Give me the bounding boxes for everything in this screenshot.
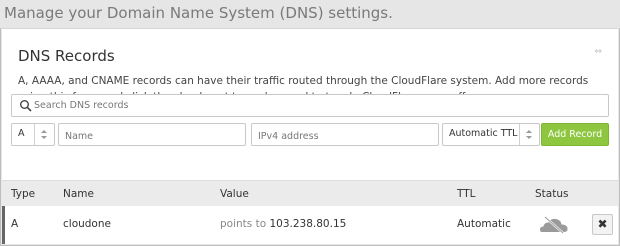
column-header-value[interactable]: Value bbox=[220, 188, 249, 200]
column-header-type[interactable]: Type bbox=[11, 188, 35, 200]
add-record-button[interactable]: Add Record bbox=[541, 123, 609, 146]
chevron-down-icon bbox=[526, 136, 532, 139]
ttl-select[interactable]: Automatic TTL bbox=[442, 123, 540, 146]
ttl-value: Automatic TTL bbox=[449, 128, 518, 139]
name-field-box bbox=[58, 123, 246, 147]
search-icon bbox=[20, 100, 32, 112]
chevron-up-icon bbox=[526, 130, 532, 133]
address-field-box bbox=[251, 123, 439, 147]
record-value-prefix: points to bbox=[220, 218, 267, 230]
record-value[interactable]: points to 103.238.80.15 bbox=[220, 218, 346, 230]
chevron-up-icon bbox=[41, 130, 47, 133]
record-name[interactable]: cloudone bbox=[63, 218, 111, 230]
column-header-status: Status bbox=[535, 188, 569, 200]
record-type-value: A bbox=[18, 128, 25, 139]
close-icon: ✖ bbox=[597, 217, 608, 231]
column-header-name[interactable]: Name bbox=[63, 188, 94, 200]
record-type-stepper[interactable] bbox=[34, 124, 54, 145]
card-title: DNS Records bbox=[18, 47, 115, 65]
record-value-ip: 103.238.80.15 bbox=[269, 218, 347, 230]
table-row: A cloudone points to 103.238.80.15 Autom… bbox=[2, 206, 618, 244]
table-header: Type Name Value TTL Status bbox=[2, 180, 618, 206]
search-box[interactable] bbox=[11, 94, 609, 117]
page-title: Manage your Domain Name System (DNS) set… bbox=[4, 4, 393, 22]
column-header-ttl[interactable]: TTL bbox=[457, 188, 476, 200]
ipv4-address-field[interactable] bbox=[252, 126, 438, 147]
ttl-stepper[interactable] bbox=[519, 124, 539, 145]
record-type-select[interactable]: A bbox=[11, 123, 55, 146]
collapse-icon[interactable]: ⇔ bbox=[594, 47, 602, 57]
delete-record-button[interactable]: ✖ bbox=[592, 214, 613, 235]
cloud-icon[interactable] bbox=[539, 214, 569, 234]
chevron-down-icon bbox=[41, 136, 47, 139]
record-type: A bbox=[11, 218, 19, 230]
add-record-form: A Automatic TTL Add Record bbox=[11, 123, 609, 147]
record-ttl[interactable]: Automatic bbox=[457, 218, 511, 230]
name-field[interactable] bbox=[59, 126, 245, 147]
search-input[interactable] bbox=[34, 95, 594, 116]
page-header: Manage your Domain Name System (DNS) set… bbox=[0, 0, 620, 28]
